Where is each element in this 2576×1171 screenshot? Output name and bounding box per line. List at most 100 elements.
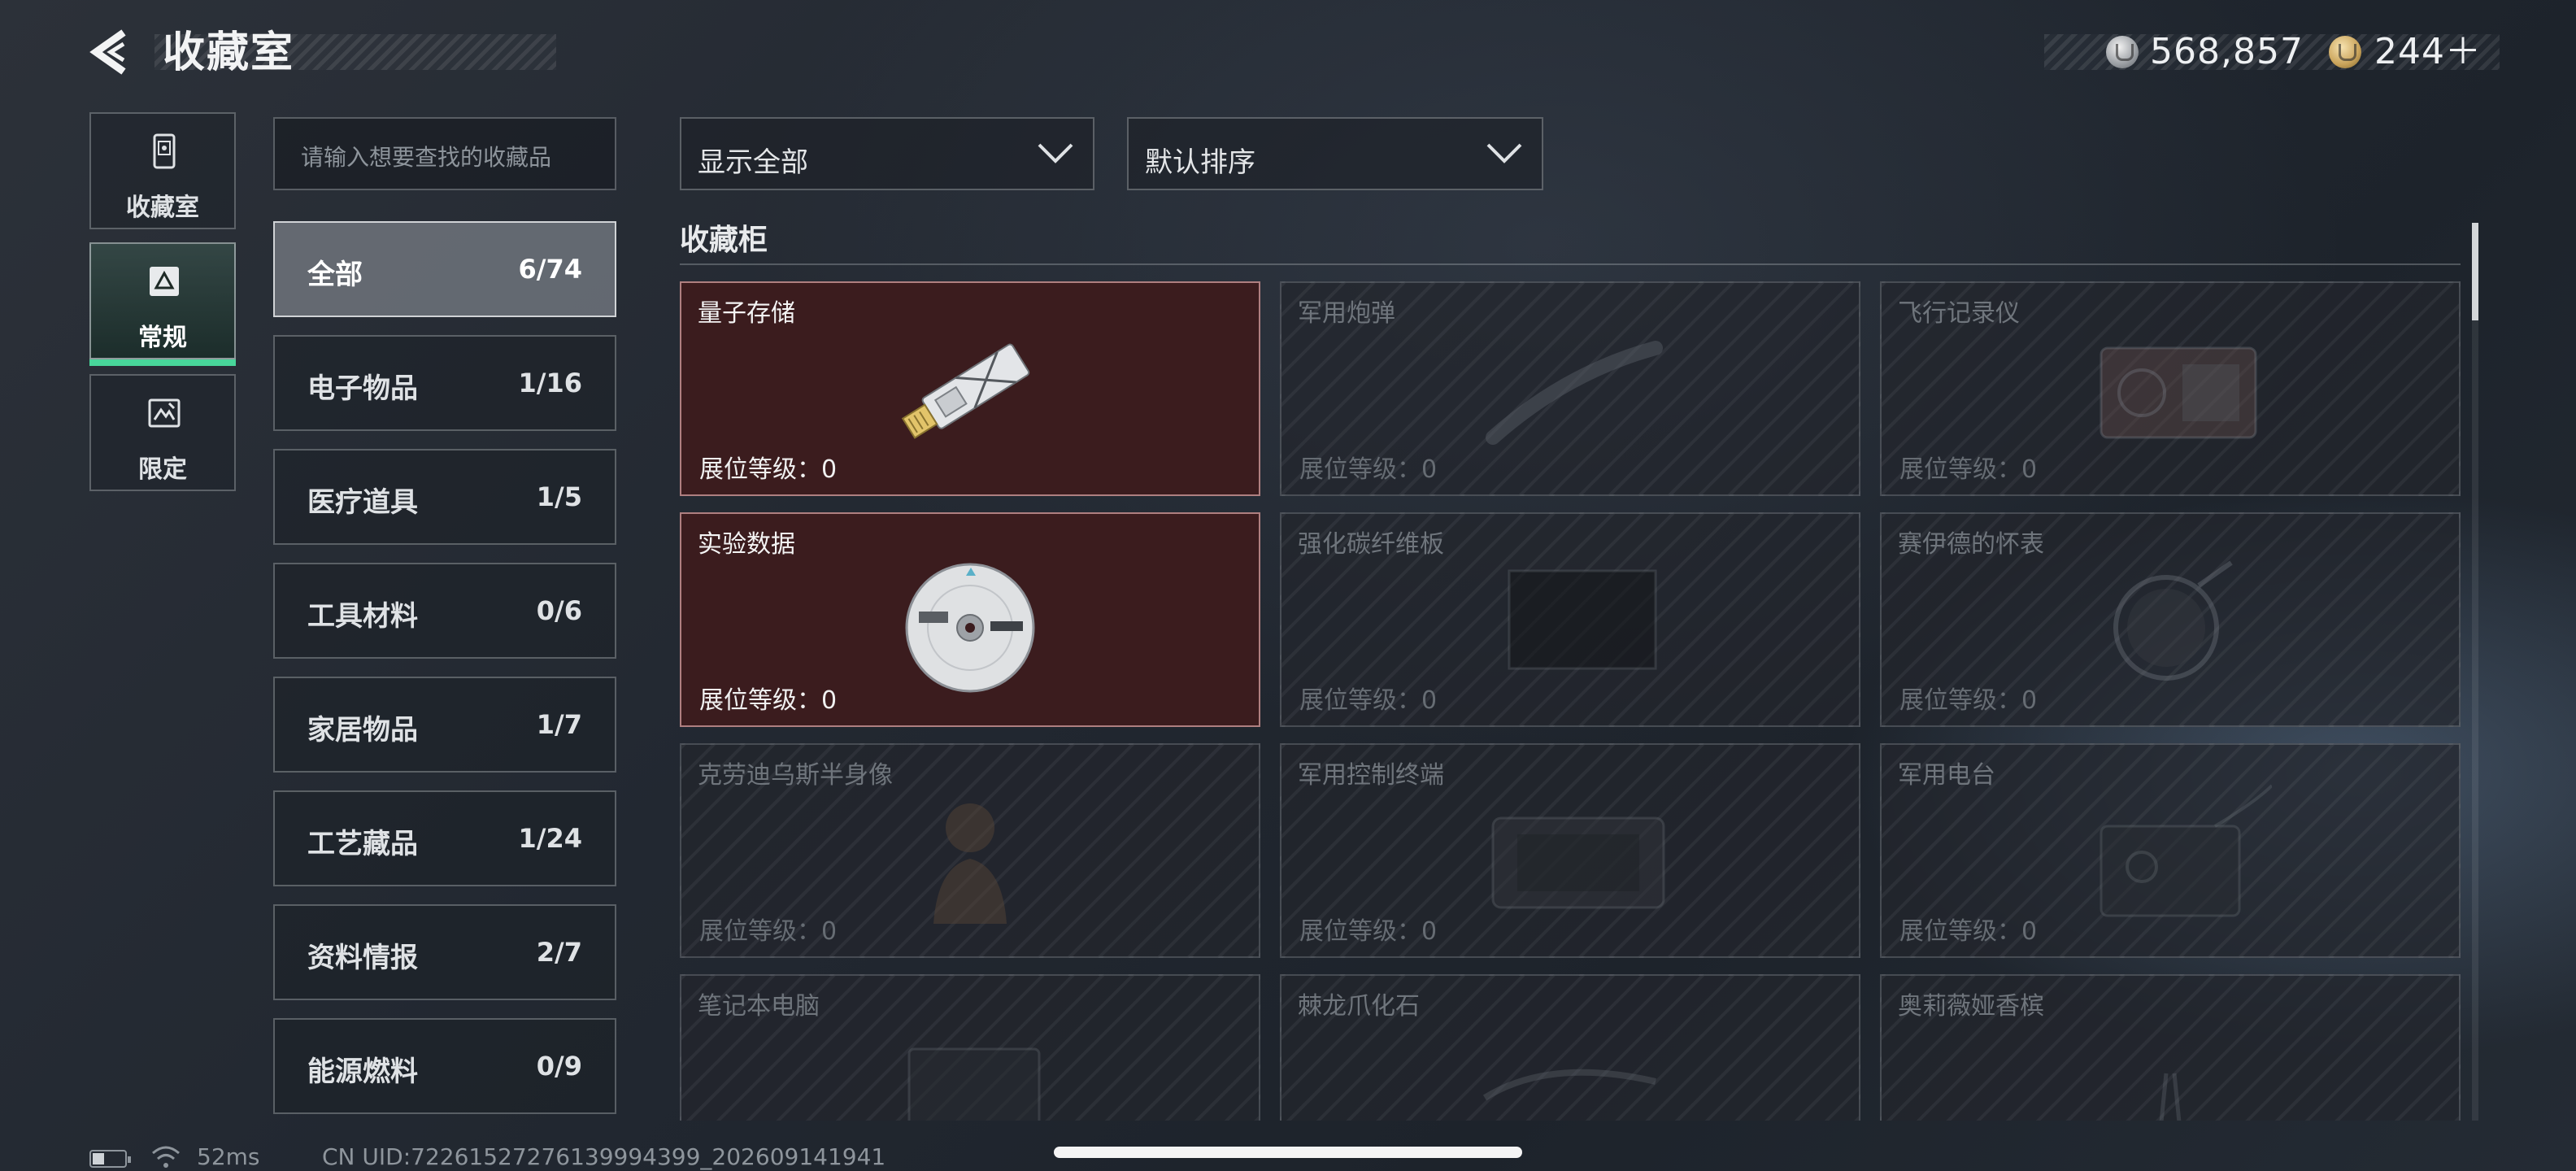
item-card[interactable]: 实验数据 展位等级：0	[680, 512, 1260, 727]
item-name: 飞行记录仪	[1898, 299, 2020, 328]
item-card[interactable]: 强化碳纤维板 展位等级：0	[1280, 512, 1860, 727]
item-card[interactable]: 军用控制终端 展位等级：0	[1280, 743, 1860, 958]
item-name: 强化碳纤维板	[1298, 530, 1444, 559]
category-label: 电子物品	[307, 372, 418, 405]
category-count: 1/24	[518, 823, 582, 854]
item-card[interactable]: 奥莉薇娅香槟	[1880, 974, 2461, 1121]
tab-label: 收藏室	[126, 194, 199, 222]
gold-coin-icon	[2329, 36, 2361, 68]
chevron-down-icon	[1486, 143, 1522, 163]
category-count: 1/5	[536, 481, 582, 512]
category-tools[interactable]: 工具材料 0/6	[273, 563, 616, 659]
artillery-shell-icon	[1486, 341, 1663, 445]
wifi-icon	[152, 1146, 180, 1168]
item-card[interactable]: 笔记本电脑	[680, 974, 1260, 1121]
item-name: 量子存储	[698, 299, 795, 328]
battery-icon	[89, 1150, 131, 1168]
item-name: 克劳迪乌斯半身像	[698, 761, 893, 790]
ping-indicator: 52ms	[197, 1143, 260, 1170]
category-all[interactable]: 全部 6/74	[273, 221, 616, 317]
tab-limited[interactable]: 限定	[89, 374, 236, 491]
item-card[interactable]: 克劳迪乌斯半身像 展位等级：0	[680, 743, 1260, 958]
champagne-icon	[2159, 1073, 2182, 1121]
category-label: 全部	[307, 259, 363, 291]
bust-icon	[933, 803, 1007, 924]
silver-coin-icon	[2106, 36, 2139, 68]
display-level: 展位等级：0	[1899, 686, 2038, 715]
category-label: 医疗道具	[307, 486, 418, 519]
sort-dropdown[interactable]: 默认排序	[1127, 117, 1543, 190]
silver-balance: 568,857	[2150, 31, 2304, 72]
dropdown-label: 显示全部	[698, 146, 808, 179]
scrollbar-track[interactable]	[2472, 223, 2478, 1121]
item-name: 军用控制终端	[1298, 761, 1444, 790]
display-level: 展位等级：0	[1299, 917, 1438, 946]
category-count: 0/9	[536, 1051, 582, 1082]
category-label: 工具材料	[307, 600, 418, 633]
search-placeholder: 请输入想要查找的收藏品	[301, 144, 552, 171]
display-level: 展位等级：0	[1899, 917, 2038, 946]
page-title: 收藏室	[163, 28, 295, 77]
back-button[interactable]	[88, 28, 137, 76]
tab-regular[interactable]: 常规	[89, 242, 236, 366]
item-card[interactable]: 棘龙爪化石	[1280, 974, 1860, 1121]
item-card[interactable]: 军用电台 展位等级：0	[1880, 743, 2461, 958]
category-label: 资料情报	[307, 942, 418, 974]
category-energy[interactable]: 能源燃料 0/9	[273, 1018, 616, 1114]
category-count: 1/16	[518, 368, 582, 398]
item-name: 棘龙爪化石	[1298, 992, 1420, 1021]
display-level: 展位等级：0	[1299, 686, 1438, 715]
collection-grid: 量子存储 展位等级：0 军用炮弹 展位等级：0 飞行记录仪 展位等级：0 实验数…	[680, 281, 2461, 1121]
item-card[interactable]: 飞行记录仪 展位等级：0	[1880, 281, 2461, 496]
tab-collection-room[interactable]: 收藏室	[89, 112, 236, 229]
category-count: 2/7	[536, 937, 582, 968]
item-name: 奥莉薇娅香槟	[1898, 992, 2044, 1021]
category-label: 工艺藏品	[307, 828, 418, 860]
category-household[interactable]: 家居物品 1/7	[273, 677, 616, 773]
control-terminal-icon	[1491, 816, 1665, 909]
fossil-icon	[1482, 1069, 1656, 1101]
item-name: 实验数据	[698, 530, 795, 559]
gold-balance[interactable]: 244＋	[2374, 29, 2482, 75]
category-medical[interactable]: 医疗道具 1/5	[273, 449, 616, 545]
user-uid: CN UID:72261527276139994399_202609141941	[322, 1143, 886, 1170]
category-count: 6/74	[518, 254, 582, 285]
chevron-down-icon	[1038, 143, 1073, 163]
dropdown-label: 默认排序	[1145, 146, 1255, 179]
tab-label: 限定	[138, 455, 187, 484]
limited-box-icon	[148, 398, 181, 428]
warning-box-icon	[150, 267, 179, 296]
category-count: 0/6	[536, 595, 582, 626]
category-intel[interactable]: 资料情报 2/7	[273, 904, 616, 1000]
item-name: 军用电台	[1898, 761, 1995, 790]
scrollbar-thumb[interactable]	[2472, 223, 2478, 320]
item-name: 笔记本电脑	[698, 992, 820, 1021]
home-indicator[interactable]	[1054, 1147, 1522, 1158]
section-divider	[680, 263, 2461, 265]
display-level: 展位等级：0	[699, 917, 838, 946]
show-filter-dropdown[interactable]: 显示全部	[680, 117, 1094, 190]
display-level: 展位等级：0	[699, 455, 838, 484]
disc-icon	[905, 563, 1035, 693]
category-count: 1/7	[536, 709, 582, 740]
tab-label: 常规	[138, 324, 187, 352]
item-name: 赛伊德的怀表	[1898, 530, 2044, 559]
back-arrow-icon	[89, 29, 126, 75]
section-title: 收藏柜	[680, 224, 768, 257]
display-case-icon	[153, 133, 176, 169]
search-input[interactable]: 请输入想要查找的收藏品	[273, 117, 616, 190]
usb-drive-icon	[901, 343, 1030, 439]
item-card[interactable]: 量子存储 展位等级：0	[680, 281, 1260, 496]
display-level: 展位等级：0	[1899, 455, 2038, 484]
item-card[interactable]: 赛伊德的怀表 展位等级：0	[1880, 512, 2461, 727]
radio-icon	[2100, 784, 2272, 917]
display-level: 展位等级：0	[1299, 455, 1438, 484]
category-label: 家居物品	[307, 714, 418, 747]
pocket-watch-icon	[2113, 560, 2233, 681]
item-card[interactable]: 军用炮弹 展位等级：0	[1280, 281, 1860, 496]
category-crafts[interactable]: 工艺藏品 1/24	[273, 790, 616, 886]
laptop-icon	[907, 1047, 1041, 1121]
flight-recorder-icon	[2100, 346, 2257, 439]
carbon-plate-icon	[1508, 569, 1657, 670]
category-electronics[interactable]: 电子物品 1/16	[273, 335, 616, 431]
